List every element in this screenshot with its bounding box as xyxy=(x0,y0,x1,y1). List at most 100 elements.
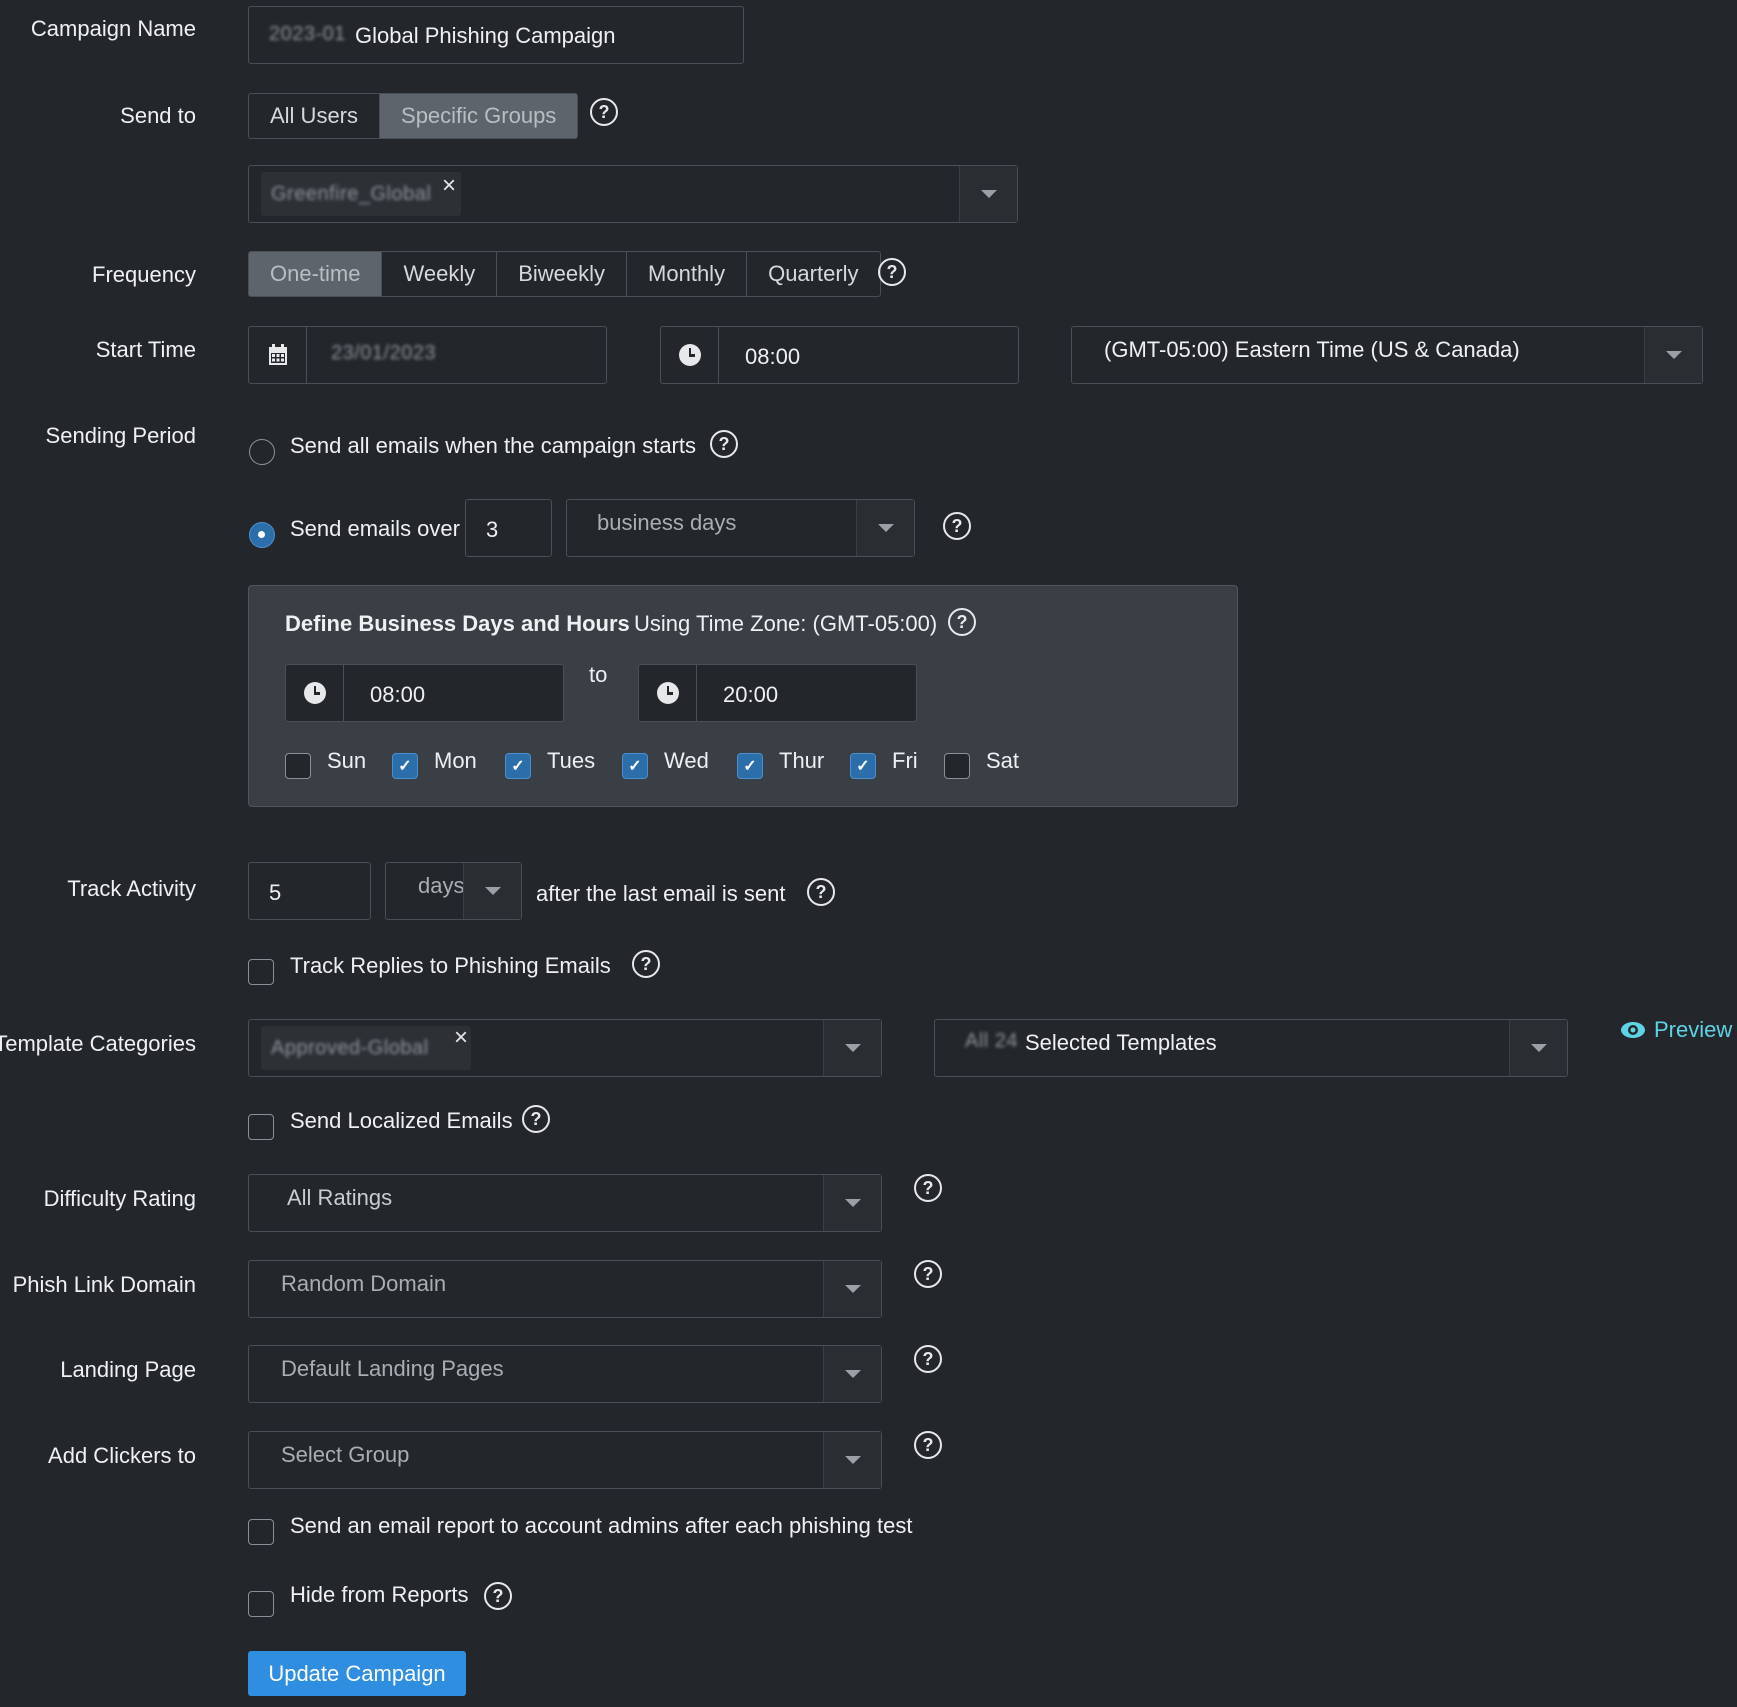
frequency-toggle: One-time Weekly Biweekly Monthly Quarter… xyxy=(248,251,881,297)
send-localized-checkbox[interactable] xyxy=(248,1114,274,1140)
clock-icon[interactable] xyxy=(661,327,719,383)
campaign-name-input[interactable]: 2023-01 Global Phishing Campaign xyxy=(248,6,744,64)
chevron-down-icon xyxy=(877,524,894,532)
send-all-help-icon[interactable]: ? xyxy=(710,430,738,458)
timezone-value: (GMT-05:00) Eastern Time (US & Canada) xyxy=(1104,337,1520,362)
phish-domain-help-icon[interactable]: ? xyxy=(914,1260,942,1288)
business-hours-from-input[interactable]: 08:00 xyxy=(285,664,564,722)
send-to-help-icon[interactable]: ? xyxy=(590,98,618,126)
frequency-help-icon[interactable]: ? xyxy=(878,258,906,286)
track-activity-unit-value: days xyxy=(418,873,465,898)
day-fri-label: Fri xyxy=(892,748,918,773)
group-select-dropdown[interactable] xyxy=(959,166,1017,222)
track-activity-unit-select[interactable]: days xyxy=(385,862,522,920)
frequency-biweekly[interactable]: Biweekly xyxy=(497,252,628,296)
add-clickers-help-icon[interactable]: ? xyxy=(914,1431,942,1459)
chevron-down-icon xyxy=(844,1456,861,1464)
chevron-down-icon xyxy=(844,1199,861,1207)
landing-page-dropdown[interactable] xyxy=(823,1346,881,1402)
business-days-title: Define Business Days and Hours xyxy=(285,611,630,636)
track-replies-label: Track Replies to Phishing Emails xyxy=(290,953,611,978)
day-sun-checkbox[interactable] xyxy=(285,753,311,779)
business-hours-from-value: 08:00 xyxy=(370,682,426,707)
add-clickers-select[interactable]: Select Group xyxy=(248,1431,882,1489)
templates-select[interactable]: All 24 Selected Templates xyxy=(934,1019,1568,1077)
track-replies-checkbox[interactable] xyxy=(248,959,274,985)
timezone-select[interactable]: (GMT-05:00) Eastern Time (US & Canada) xyxy=(1071,326,1703,384)
frequency-one-time[interactable]: One-time xyxy=(249,252,383,296)
group-select[interactable]: Greenfire_Global × xyxy=(248,165,1018,223)
email-report-checkbox[interactable] xyxy=(248,1519,274,1545)
day-sat-checkbox[interactable] xyxy=(944,753,970,779)
send-over-label: Send emails over xyxy=(290,516,460,541)
timezone-dropdown[interactable] xyxy=(1644,327,1702,383)
send-to-all-users[interactable]: All Users xyxy=(249,94,381,138)
start-time-label: Start Time xyxy=(95,337,196,362)
send-over-days-input[interactable]: 3 xyxy=(465,499,552,557)
preview-label: Preview xyxy=(1654,1017,1733,1042)
hide-reports-checkbox[interactable] xyxy=(248,1591,274,1617)
phish-domain-select[interactable]: Random Domain xyxy=(248,1260,882,1318)
difficulty-dropdown[interactable] xyxy=(823,1175,881,1231)
template-categories-select[interactable]: Approved-Global × xyxy=(248,1019,882,1077)
day-fri-checkbox[interactable]: ✓ xyxy=(850,753,876,779)
preview-link[interactable]: Preview xyxy=(1620,1017,1732,1043)
frequency-weekly[interactable]: Weekly xyxy=(382,252,498,296)
send-localized-help-icon[interactable]: ? xyxy=(522,1105,550,1133)
sending-period-label: Sending Period xyxy=(45,423,196,448)
send-to-specific-groups[interactable]: Specific Groups xyxy=(380,94,578,138)
difficulty-select[interactable]: All Ratings xyxy=(248,1174,882,1232)
landing-page-label: Landing Page xyxy=(60,1357,196,1382)
track-replies-help-icon[interactable]: ? xyxy=(632,950,660,978)
chevron-down-icon xyxy=(980,190,997,198)
clock-icon[interactable] xyxy=(639,665,697,721)
track-activity-input[interactable]: 5 xyxy=(248,862,371,920)
day-sun-label: Sun xyxy=(327,748,367,773)
send-all-radio[interactable] xyxy=(249,439,275,465)
business-days-help-icon[interactable]: ? xyxy=(948,608,976,636)
track-activity-unit-dropdown[interactable] xyxy=(463,863,521,919)
landing-page-help-icon[interactable]: ? xyxy=(914,1345,942,1373)
templates-dropdown[interactable] xyxy=(1509,1020,1567,1076)
chevron-down-icon xyxy=(844,1370,861,1378)
templates-selected-text: Selected Templates xyxy=(1025,1030,1217,1055)
template-category-remove-icon[interactable]: × xyxy=(454,1026,468,1050)
track-activity-suffix: after the last email is sent xyxy=(536,881,786,906)
eye-icon xyxy=(1621,1022,1645,1038)
template-category-chip-label: Approved-Global xyxy=(271,1037,429,1059)
day-thur-checkbox[interactable]: ✓ xyxy=(737,753,763,779)
phish-domain-dropdown[interactable] xyxy=(823,1261,881,1317)
template-categories-dropdown[interactable] xyxy=(823,1020,881,1076)
frequency-quarterly[interactable]: Quarterly xyxy=(747,252,879,296)
landing-page-select[interactable]: Default Landing Pages xyxy=(248,1345,882,1403)
chevron-down-icon xyxy=(844,1044,861,1052)
difficulty-help-icon[interactable]: ? xyxy=(914,1174,942,1202)
day-tues-checkbox[interactable]: ✓ xyxy=(505,753,531,779)
send-over-radio[interactable] xyxy=(249,522,275,548)
send-over-unit-dropdown[interactable] xyxy=(856,500,914,556)
clock-icon[interactable] xyxy=(286,665,344,721)
day-tues-label: Tues xyxy=(547,748,596,773)
add-clickers-dropdown[interactable] xyxy=(823,1432,881,1488)
start-time-input[interactable]: 08:00 xyxy=(660,326,1019,384)
difficulty-label: Difficulty Rating xyxy=(43,1186,196,1211)
phish-domain-value: Random Domain xyxy=(281,1271,447,1296)
send-over-help-icon[interactable]: ? xyxy=(943,512,971,540)
add-clickers-label: Add Clickers to xyxy=(48,1443,196,1468)
frequency-monthly[interactable]: Monthly xyxy=(627,252,748,296)
day-wed-checkbox[interactable]: ✓ xyxy=(622,753,648,779)
start-date-input[interactable]: 23/01/2023 xyxy=(248,326,607,384)
track-activity-help-icon[interactable]: ? xyxy=(807,878,835,906)
day-mon-label: Mon xyxy=(434,748,477,773)
campaign-name-prefix: 2023-01 xyxy=(269,23,346,45)
group-chip-label: Greenfire_Global xyxy=(271,183,432,205)
day-mon-checkbox[interactable]: ✓ xyxy=(392,753,418,779)
phish-domain-label: Phish Link Domain xyxy=(12,1272,196,1297)
calendar-icon[interactable] xyxy=(249,327,307,383)
send-over-unit-select[interactable]: business days xyxy=(566,499,915,557)
hide-reports-help-icon[interactable]: ? xyxy=(484,1582,512,1610)
group-chip-remove-icon[interactable]: × xyxy=(442,174,456,198)
business-hours-to-label: to xyxy=(589,662,608,687)
update-campaign-button[interactable]: Update Campaign xyxy=(248,1651,466,1696)
business-hours-to-input[interactable]: 20:00 xyxy=(638,664,917,722)
